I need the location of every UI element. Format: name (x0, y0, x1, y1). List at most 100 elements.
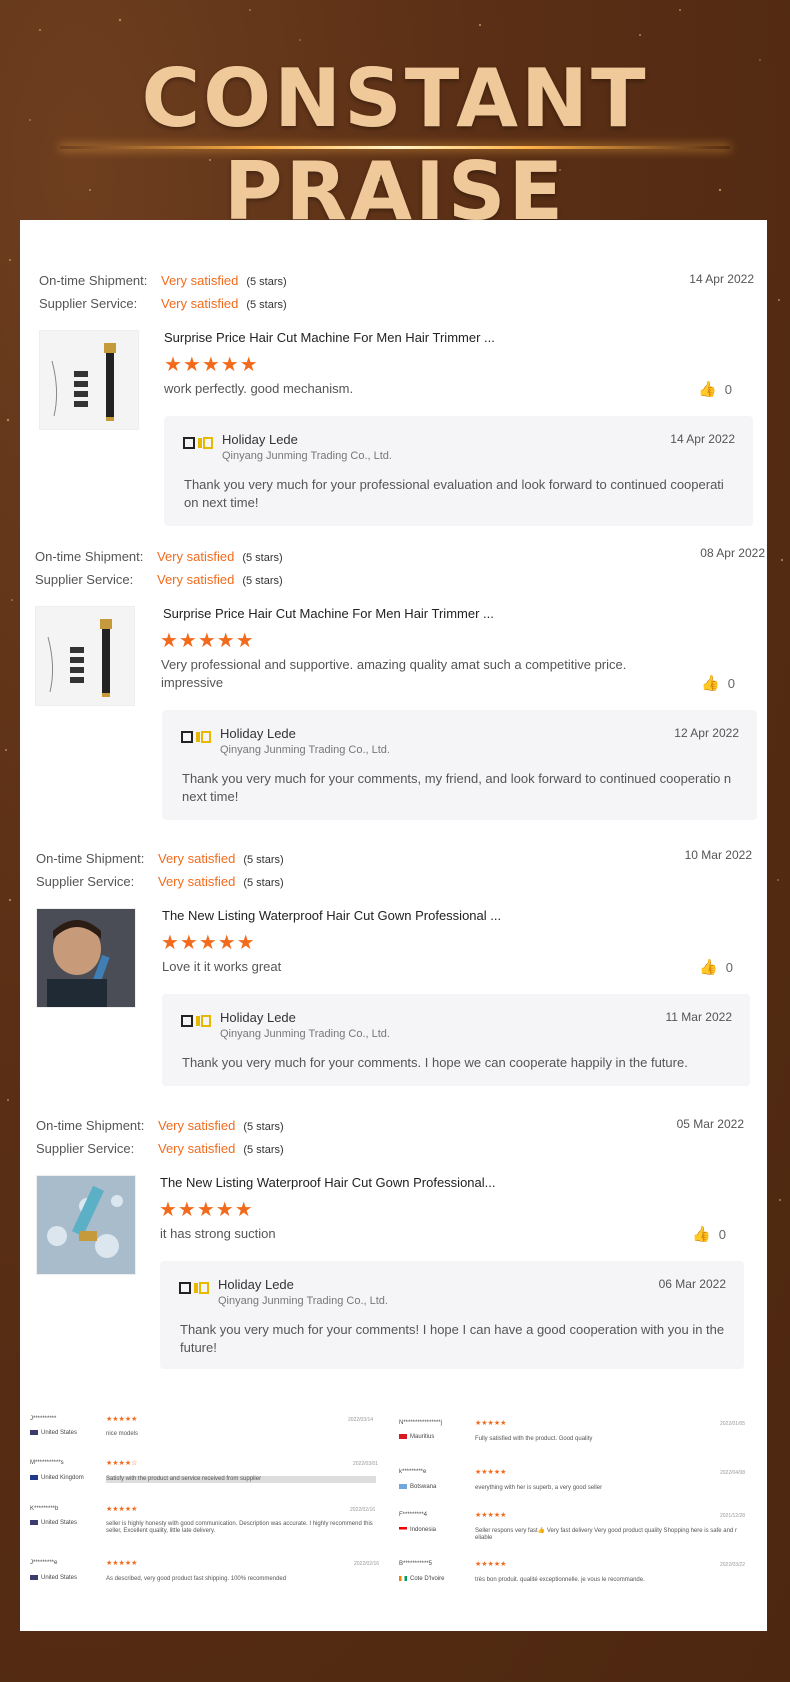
shipment-rating-row: On-time Shipment: Very satisfied (5 stars) (36, 851, 284, 866)
thumbs-up-icon: 👍 (698, 381, 717, 398)
mini-review-user: M***********s (30, 1460, 64, 1466)
mini-review-date: 2022/02/16 (354, 1561, 380, 1567)
supplier-label: Supplier Service: (36, 1141, 135, 1156)
shipment-label: On-time Shipment: (36, 1118, 145, 1133)
trimmer-product-image (47, 619, 112, 697)
mini-review-user: k*********e (399, 1469, 427, 1475)
mini-review-country: United States (30, 1430, 77, 1436)
mini-review-text: As described, very good product fast shi… (106, 1576, 287, 1582)
barber-photo-image (37, 909, 135, 1007)
mini-review-user: B***********5 (399, 1561, 433, 1567)
review-date: 10 Mar 2022 (684, 848, 752, 862)
supplier-stars-count: (5 stars) (243, 877, 284, 889)
mini-review-country: United States (30, 1520, 77, 1526)
supplier-label: Supplier Service: (35, 572, 134, 587)
mini-review-date: 2022/03/01 (353, 1461, 379, 1467)
reply-text: Thank you very much for your comments! I… (180, 1322, 725, 1355)
replier-company: Qinyang Junming Trading Co., Ltd. (218, 1295, 388, 1307)
mini-review-text: everything with her is superb, a very go… (475, 1485, 603, 1491)
supplier-stars-count: (5 stars) (243, 1144, 284, 1156)
page-title: CONSTANT PRAISE (141, 52, 649, 238)
shipment-stars-count: (5 stars) (242, 552, 283, 564)
thumbs-up-icon: 👍 (692, 1226, 711, 1243)
mini-review-user: F*********4 (399, 1512, 428, 1518)
rating-stars: ★★★★★ (161, 932, 256, 954)
mini-review-stars: ★★★★★ (106, 1416, 138, 1423)
supplier-reply: Holiday Lede Qinyang Junming Trading Co.… (164, 416, 753, 526)
replier-company: Qinyang Junming Trading Co., Ltd. (222, 450, 392, 462)
product-title-link[interactable]: The New Listing Waterproof Hair Cut Gown… (160, 1175, 496, 1190)
mini-review-date: 2022/01/05 (720, 1421, 746, 1427)
mini-review-stars: ★★★★★ (106, 1560, 138, 1567)
mini-review-stars: ★★★★☆ (106, 1460, 138, 1467)
mini-review-text: Seller respons very fast👍 Very fast deli… (475, 1528, 737, 1541)
mini-review-country: Botswana (399, 1484, 436, 1490)
review-text: work perfectly. good mechanism. (164, 381, 354, 396)
mini-review-stars: ★★★★★ (106, 1506, 138, 1513)
thumbs-up-icon: 👍 (701, 675, 720, 692)
mini-review-text: seller is highly honesty with good commu… (106, 1521, 373, 1534)
like-button[interactable]: 👍 0 (699, 958, 733, 976)
supplier-logo-icon (179, 1282, 209, 1294)
mini-review-text: très bon produit. qualité exceptionnelle… (475, 1577, 645, 1583)
shipment-stars-count: (5 stars) (243, 1121, 284, 1133)
like-count: 0 (725, 960, 733, 975)
reply-date: 12 Apr 2022 (674, 726, 739, 740)
product-thumbnail[interactable] (35, 606, 135, 706)
supplier-rating: Very satisfied (157, 572, 235, 587)
reply-text: Thank you very much for your professiona… (184, 477, 724, 510)
reviews-panel: On-time Shipment: Very satisfied (5 stars)… (20, 220, 767, 1631)
product-thumbnail[interactable] (36, 1175, 136, 1275)
replier-name: Holiday Lede (220, 1010, 296, 1025)
supplier-reply: Holiday Lede Qinyang Junming Trading Co.… (162, 710, 757, 820)
mini-review-stars: ★★★★★ (475, 1561, 507, 1568)
mini-review-user: J*********e (30, 1560, 58, 1566)
product-title-link[interactable]: Surprise Price Hair Cut Machine For Men … (164, 330, 495, 345)
us-flag-icon (30, 1430, 38, 1435)
like-button[interactable]: 👍 0 (692, 1225, 726, 1243)
supplier-rating-row: Supplier Service: Very satisfied (5 stars) (39, 296, 287, 311)
mini-review-country: Indonesia (399, 1527, 436, 1533)
replier-name: Holiday Lede (222, 432, 298, 447)
shipment-rating: Very satisfied (158, 1118, 236, 1133)
mini-review-country: United Kingdom (30, 1475, 84, 1481)
shipment-label: On-time Shipment: (36, 851, 145, 866)
shipment-stars-count: (5 stars) (246, 276, 287, 288)
product-title-link[interactable]: The New Listing Waterproof Hair Cut Gown… (162, 908, 501, 923)
review-date: 14 Apr 2022 (689, 272, 754, 286)
shipment-rating: Very satisfied (161, 273, 239, 288)
supplier-rating: Very satisfied (161, 296, 239, 311)
shipment-rating-row: On-time Shipment: Very satisfied (5 stars) (35, 549, 283, 564)
like-button[interactable]: 👍 0 (698, 380, 732, 398)
rating-stars: ★★★★★ (160, 630, 255, 652)
cote-divoire-flag-icon (399, 1576, 407, 1581)
mini-review-date: 2022/02/16 (350, 1507, 376, 1513)
rating-stars: ★★★★★ (164, 354, 259, 376)
mini-review-date: 2022/03/22 (720, 1562, 746, 1568)
mini-review-country: Cote D'Ivoire (399, 1576, 445, 1582)
reply-text: Thank you very much for your comments, m… (182, 771, 732, 804)
product-thumbnail[interactable] (39, 330, 139, 430)
supplier-rating-row: Supplier Service: Very satisfied (5 stars) (36, 874, 284, 889)
supplier-logo-icon (181, 1015, 211, 1027)
indonesia-flag-icon (399, 1527, 407, 1532)
replier-name: Holiday Lede (220, 726, 296, 741)
review-text: it has strong suction (160, 1226, 276, 1241)
review-text: Very professional and supportive. amazin… (161, 657, 627, 690)
product-thumbnail[interactable] (36, 908, 136, 1008)
us-flag-icon (30, 1520, 38, 1525)
product-title-link[interactable]: Surprise Price Hair Cut Machine For Men … (163, 606, 494, 621)
mini-review-text: Satisfy with the product and service rec… (106, 1476, 376, 1483)
supplier-rating-row: Supplier Service: Very satisfied (5 stars) (35, 572, 283, 587)
botswana-flag-icon (399, 1484, 407, 1489)
uk-flag-icon (30, 1475, 38, 1480)
mini-review-stars: ★★★★★ (475, 1469, 507, 1476)
us-flag-icon (30, 1575, 38, 1580)
supplier-stars-count: (5 stars) (242, 575, 283, 587)
rating-stars: ★★★★★ (159, 1199, 254, 1221)
supplier-rating: Very satisfied (158, 874, 236, 889)
mini-review-text: Fully satisfied with the product. Good q… (475, 1436, 593, 1442)
mini-review-text: nice models (106, 1431, 139, 1437)
trimmer-product-image (51, 343, 116, 421)
like-button[interactable]: 👍 0 (701, 674, 735, 692)
